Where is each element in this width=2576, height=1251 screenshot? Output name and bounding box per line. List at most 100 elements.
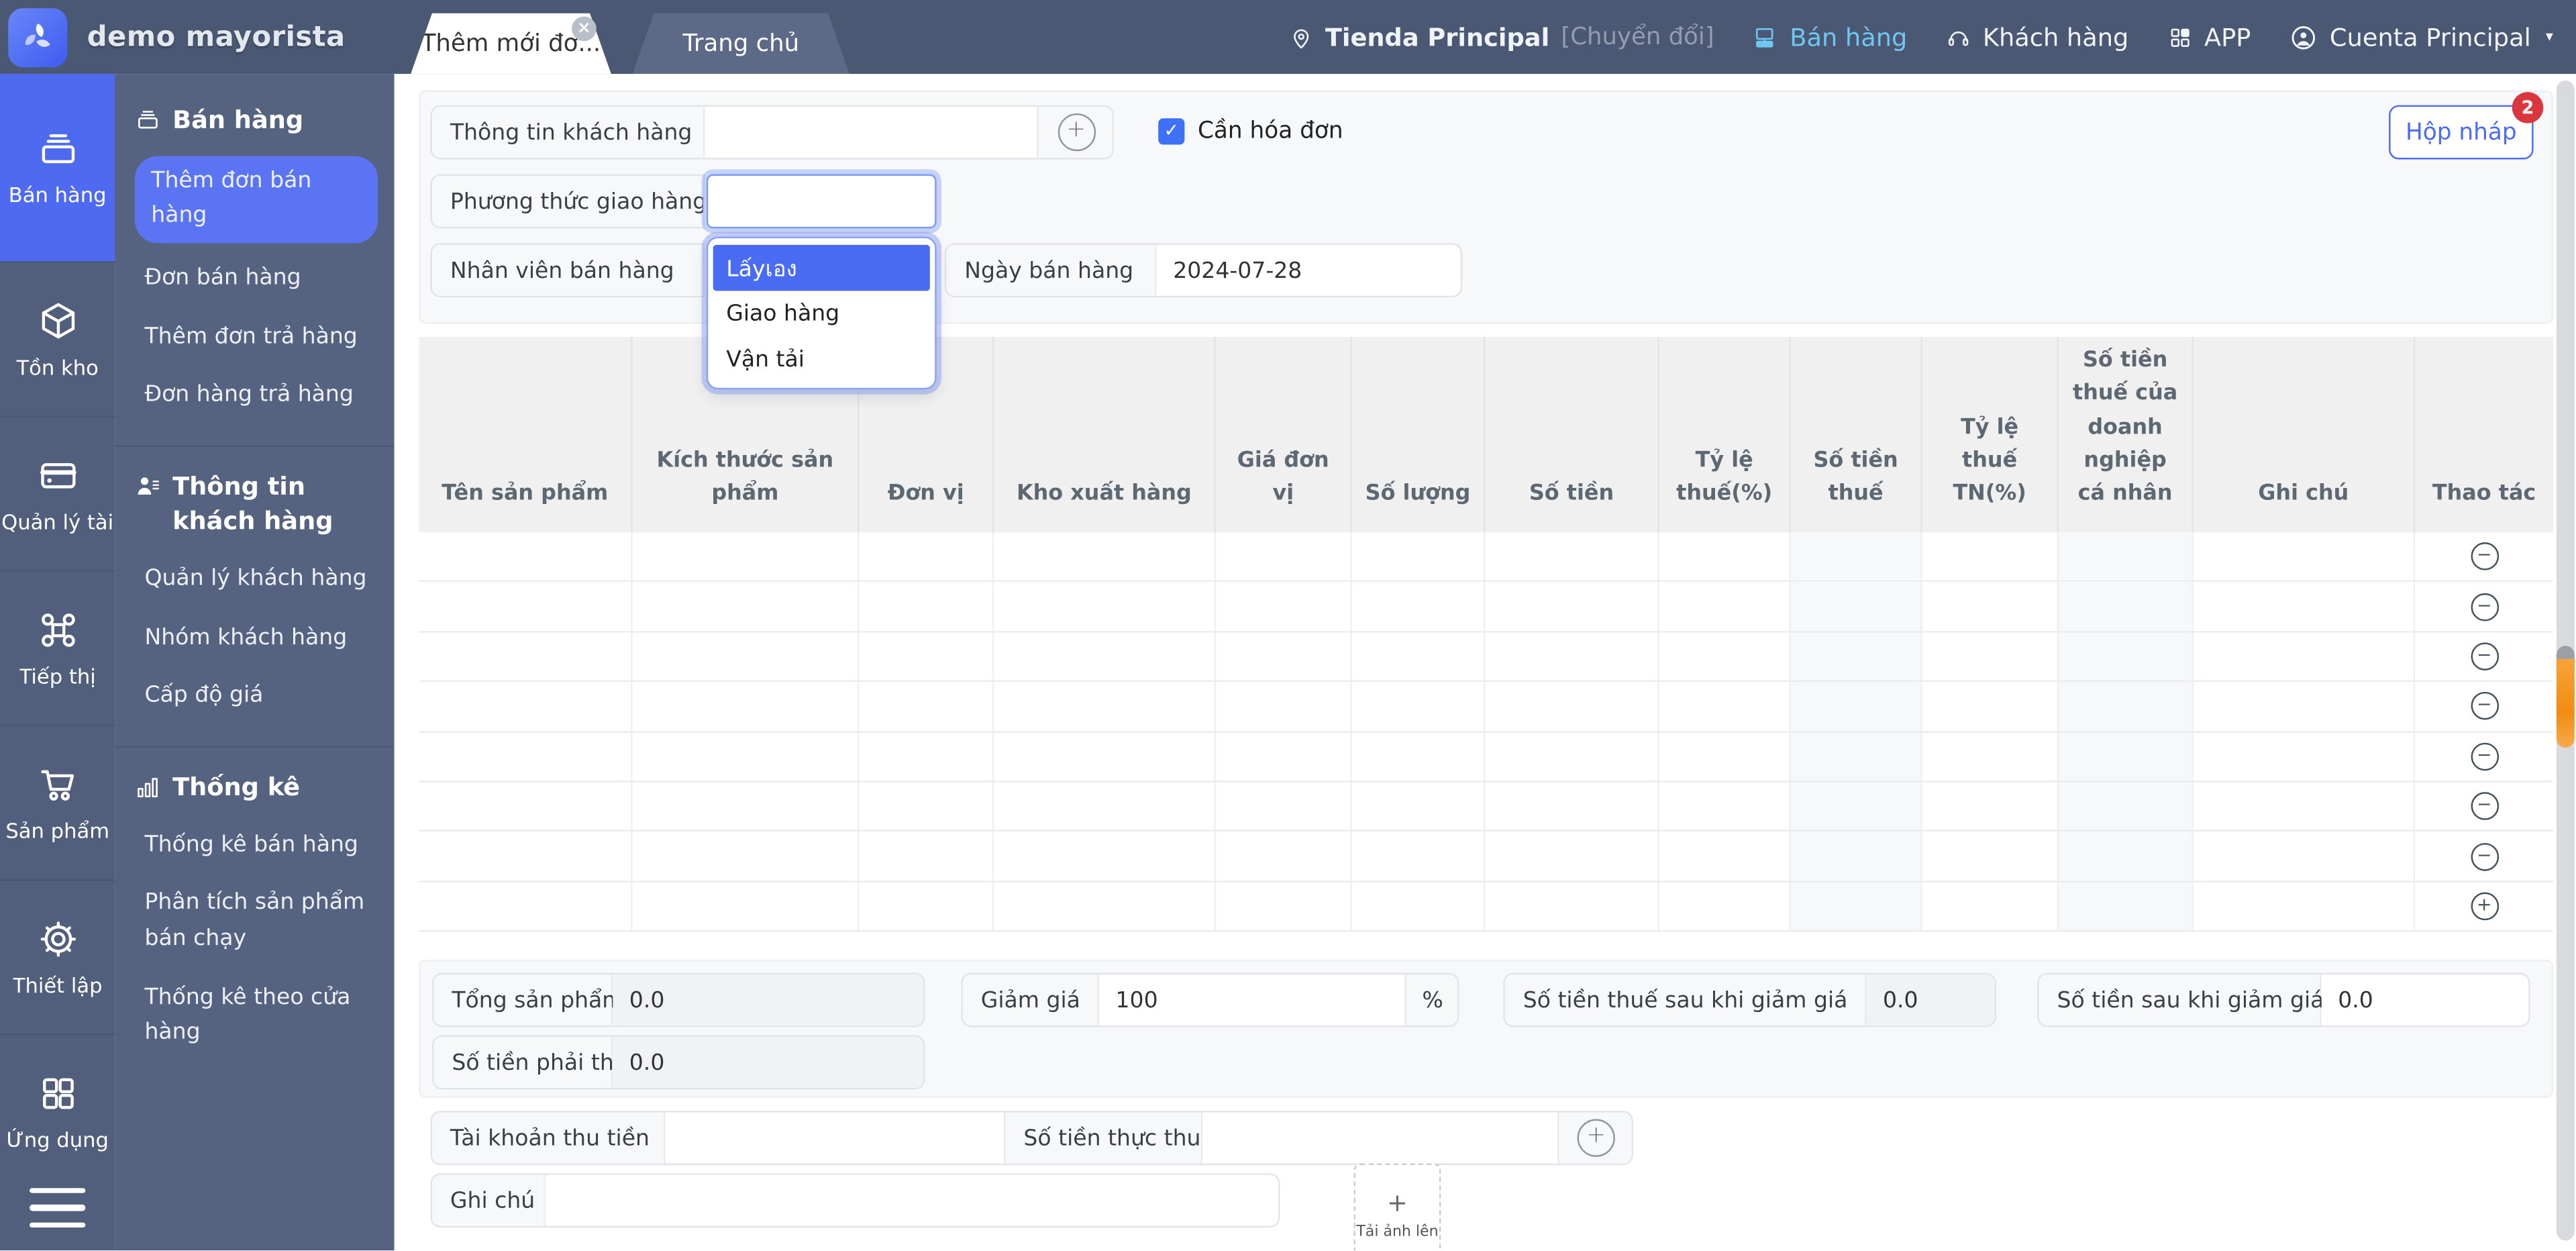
submenu-item[interactable]: Quản lý khách hàng <box>132 551 378 609</box>
submenu-item[interactable]: Đơn hàng trả hàng <box>132 366 378 425</box>
body-cell[interactable] <box>1216 583 1352 631</box>
vertical-scrollbar-thumb[interactable] <box>2557 659 2575 748</box>
add-row-icon[interactable]: + <box>2470 892 2498 920</box>
body-cell[interactable] <box>1922 832 2059 881</box>
body-cell[interactable] <box>1485 583 1659 631</box>
add-customer-icon[interactable]: + <box>1058 113 1095 151</box>
body-cell[interactable] <box>860 532 994 581</box>
vertical-scrollbar-track[interactable] <box>2557 81 2575 1241</box>
body-cell[interactable] <box>994 532 1216 581</box>
body-cell[interactable] <box>1791 632 1922 681</box>
body-cell[interactable] <box>1216 782 1352 830</box>
remove-row-icon[interactable]: − <box>2470 593 2498 621</box>
body-cell[interactable] <box>994 832 1216 881</box>
body-cell[interactable] <box>633 632 860 681</box>
body-cell[interactable] <box>2194 632 2416 681</box>
body-cell[interactable]: − <box>2415 782 2553 830</box>
body-cell[interactable]: − <box>2415 732 2553 781</box>
body-cell[interactable] <box>419 732 632 781</box>
switch-store-link[interactable]: [Chuyển đổi] <box>1561 24 1714 50</box>
body-cell[interactable] <box>2194 583 2416 631</box>
remove-row-icon[interactable]: − <box>2470 742 2498 770</box>
body-cell[interactable] <box>1791 882 1922 930</box>
submenu-item[interactable]: Cấp độ giá <box>132 668 378 726</box>
app-menu-item[interactable]: APP <box>2167 22 2251 52</box>
body-cell[interactable] <box>1485 832 1659 881</box>
body-cell[interactable] <box>2059 632 2194 681</box>
upload-image-box[interactable]: + Tải ảnh lên <box>1354 1164 1441 1251</box>
sidebar-item-products[interactable]: Sản phẩm <box>0 724 115 879</box>
note-input[interactable] <box>546 1175 1278 1226</box>
body-cell[interactable] <box>1352 532 1485 581</box>
body-cell[interactable] <box>419 683 632 731</box>
received-amount-input[interactable] <box>1202 1113 1557 1164</box>
sidebar-item-finance[interactable]: Quản lý tài <box>0 415 115 570</box>
payment-account-input[interactable] <box>666 1113 1006 1164</box>
body-cell[interactable] <box>860 782 994 830</box>
body-cell[interactable] <box>1216 732 1352 781</box>
body-cell[interactable] <box>1659 732 1791 781</box>
body-cell[interactable] <box>860 632 994 681</box>
body-cell[interactable]: − <box>2415 632 2553 681</box>
remove-row-icon[interactable]: − <box>2470 842 2498 870</box>
body-cell[interactable] <box>994 632 1216 681</box>
submenu-item[interactable]: Đơn bán hàng <box>132 250 378 308</box>
dropdown-option[interactable]: Lấyเอง <box>713 245 930 291</box>
body-cell[interactable] <box>1922 732 2059 781</box>
body-cell[interactable] <box>1922 632 2059 681</box>
body-cell[interactable] <box>860 882 994 930</box>
body-cell[interactable] <box>1485 782 1659 830</box>
dropdown-option[interactable]: Vận tải <box>713 337 930 383</box>
body-cell[interactable] <box>1352 832 1485 881</box>
body-cell[interactable] <box>1791 832 1922 881</box>
body-cell[interactable] <box>2059 683 2194 731</box>
tab-home[interactable]: Trang chủ <box>633 13 849 74</box>
body-cell[interactable] <box>1352 882 1485 930</box>
body-cell[interactable] <box>1659 782 1791 830</box>
body-cell[interactable] <box>1352 683 1485 731</box>
body-cell[interactable] <box>1791 583 1922 631</box>
body-cell[interactable] <box>419 882 632 930</box>
body-cell[interactable] <box>994 683 1216 731</box>
body-cell[interactable] <box>2059 732 2194 781</box>
body-cell[interactable] <box>2194 882 2416 930</box>
customers-menu-item[interactable]: Khách hàng <box>1945 22 2129 52</box>
invoice-checkbox[interactable]: ✓ <box>1158 118 1184 144</box>
body-cell[interactable] <box>1352 583 1485 631</box>
body-cell[interactable] <box>1216 832 1352 881</box>
body-cell[interactable] <box>1352 782 1485 830</box>
body-cell[interactable] <box>1352 732 1485 781</box>
body-cell[interactable] <box>2194 683 2416 731</box>
body-cell[interactable] <box>633 683 860 731</box>
discount-input[interactable]: 100 <box>1099 974 1404 1025</box>
submenu-item[interactable]: Nhóm khách hàng <box>132 609 378 668</box>
sales-menu-item[interactable]: Bán hàng <box>1752 22 1907 52</box>
body-cell[interactable] <box>2194 832 2416 881</box>
body-cell[interactable] <box>2059 882 2194 930</box>
app-logo-icon[interactable] <box>8 7 67 66</box>
account-menu-item[interactable]: Cuenta Principal▾ <box>2289 22 2553 52</box>
body-cell[interactable] <box>1659 882 1791 930</box>
remove-row-icon[interactable]: − <box>2470 542 2498 570</box>
body-cell[interactable] <box>2059 782 2194 830</box>
submenu-item[interactable]: Phân tích sản phẩm bán chạy <box>132 874 378 968</box>
body-cell[interactable] <box>633 532 860 581</box>
sidebar-item-settings[interactable]: Thiết lập <box>0 879 115 1033</box>
body-cell[interactable] <box>1922 882 2059 930</box>
sale-date-input[interactable]: 2024-07-28 <box>1157 245 1461 296</box>
sidebar-item-apps[interactable]: Ứng dụng <box>0 1033 115 1187</box>
body-cell[interactable]: − <box>2415 532 2553 581</box>
body-cell[interactable] <box>2194 732 2416 781</box>
body-cell[interactable] <box>2194 532 2416 581</box>
sidebar-item-marketing[interactable]: Tiếp thị <box>0 570 115 724</box>
body-cell[interactable] <box>994 732 1216 781</box>
body-cell[interactable] <box>2059 583 2194 631</box>
body-cell[interactable] <box>994 583 1216 631</box>
body-cell[interactable] <box>1659 683 1791 731</box>
body-cell[interactable] <box>1922 583 2059 631</box>
body-cell[interactable] <box>1922 782 2059 830</box>
remove-row-icon[interactable]: − <box>2470 793 2498 821</box>
collapse-menu-icon[interactable] <box>0 1187 115 1228</box>
remove-row-icon[interactable]: − <box>2470 693 2498 721</box>
body-cell[interactable] <box>860 683 994 731</box>
